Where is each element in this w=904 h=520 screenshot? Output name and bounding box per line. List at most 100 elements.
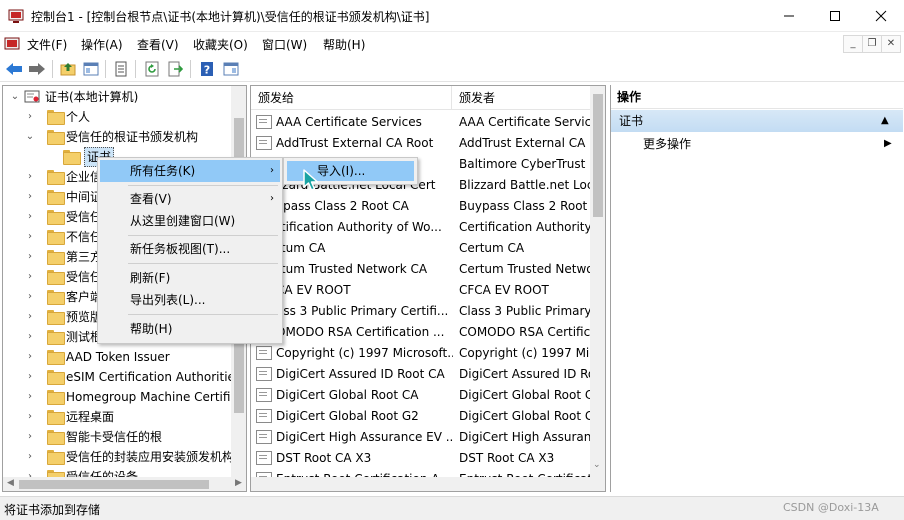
menu-favorites[interactable]: 收藏夹(O) — [193, 36, 248, 53]
mdi-minimize-button[interactable]: _ — [843, 35, 863, 53]
chevron-right-icon[interactable]: › — [24, 107, 36, 127]
mdi-close-button[interactable]: ✕ — [881, 35, 901, 53]
show-hide-tree-button[interactable] — [81, 59, 101, 79]
tree-item[interactable]: ⌄ 受信任的根证书颁发机构 — [3, 127, 231, 147]
chevron-right-icon[interactable]: › — [24, 427, 36, 447]
menu-view[interactable]: 查看(V) — [137, 36, 179, 53]
menu-item-refresh[interactable]: 刷新(F) — [100, 267, 280, 289]
cell-issued-by: AddTrust External CA Root — [459, 136, 591, 150]
chevron-right-icon[interactable]: › — [24, 167, 36, 187]
scrollbar-thumb[interactable] — [19, 480, 209, 489]
chevron-right-icon[interactable]: › — [24, 247, 36, 267]
folder-icon — [47, 410, 65, 425]
menu-item-export-list[interactable]: 导出列表(L)... — [100, 289, 280, 311]
show-hide-action-pane-button[interactable] — [221, 59, 241, 79]
chevron-right-icon[interactable]: › — [24, 207, 36, 227]
menu-item-new-window[interactable]: 从这里创建窗口(W) — [100, 210, 280, 232]
column-header-issued-to[interactable]: 颁发给 — [251, 86, 452, 110]
scrollbar-thumb[interactable] — [593, 94, 603, 217]
maximize-button[interactable] — [812, 0, 858, 32]
table-row[interactable]: AddTrust External CA Root AddTrust Extern… — [251, 133, 591, 154]
tree-item[interactable]: › 智能卡受信任的根 — [3, 427, 231, 447]
certificate-icon — [256, 388, 272, 402]
chevron-right-icon[interactable]: › — [24, 447, 36, 467]
chevron-right-icon[interactable]: › — [24, 307, 36, 327]
tree-item[interactable]: › 受信任的封装应用安装颁发机构 — [3, 447, 234, 467]
list-vertical-scrollbar[interactable]: ⌄ — [590, 86, 605, 477]
table-row[interactable]: DigiCert Global Root G2 DigiCert Global R… — [251, 406, 591, 427]
table-row[interactable]: DigiCert High Assurance EV ... DigiCert H… — [251, 427, 591, 448]
table-row[interactable]: AAA Certificate Services AAA Certificate … — [251, 112, 591, 133]
tree-item[interactable]: › 远程桌面 — [3, 407, 231, 427]
tree-item[interactable]: › AAD Token Issuer — [3, 347, 231, 367]
table-row[interactable]: DigiCert Assured ID Root CA DigiCert Assu… — [251, 364, 591, 385]
help-button[interactable]: ? — [197, 59, 217, 79]
chevron-right-icon[interactable]: › — [24, 187, 36, 207]
folder-icon — [47, 430, 65, 445]
chevron-right-icon[interactable]: › — [24, 407, 36, 427]
tree-item[interactable]: › Homegroup Machine Certificates — [3, 387, 246, 407]
context-menu: 所有任务(K) › 查看(V) › 从这里创建窗口(W) 新任务板视图(T)..… — [97, 157, 283, 344]
collapse-up-icon[interactable]: ▲ — [881, 110, 889, 132]
table-row[interactable]: DST Root CA X3 DST Root CA X3 — [251, 448, 591, 469]
cell-issued-by: Class 3 Public Primary Certification Aut… — [459, 304, 591, 318]
scroll-left-icon[interactable]: ◀ — [7, 478, 14, 488]
close-button[interactable] — [858, 0, 904, 32]
menu-window[interactable]: 窗口(W) — [262, 36, 307, 53]
cell-issued-to: rtum Trusted Network CA — [276, 262, 428, 276]
table-row[interactable]: ass 3 Public Primary Certifi... Class 3 P… — [251, 301, 591, 322]
table-row[interactable]: CA EV ROOT CFCA EV ROOT — [251, 280, 591, 301]
cell-issued-by: Certum CA — [459, 241, 525, 255]
chevron-right-icon[interactable]: › — [24, 267, 36, 287]
console-document-icon[interactable] — [4, 36, 20, 52]
chevron-right-icon[interactable]: › — [24, 347, 36, 367]
mdi-restore-button[interactable]: ❐ — [862, 35, 882, 53]
forward-button[interactable] — [27, 59, 47, 79]
menu-item-help[interactable]: 帮助(H) — [100, 318, 280, 340]
menu-action[interactable]: 操作(A) — [81, 36, 123, 53]
tree-item[interactable]: › eSIM Certification Authorities — [3, 367, 241, 387]
table-row[interactable]: rtum Trusted Network CA Certum Trusted Ne… — [251, 259, 591, 280]
folder-icon — [47, 170, 65, 185]
chevron-down-icon[interactable]: ⌄ — [9, 87, 21, 107]
minimize-button[interactable] — [766, 0, 812, 32]
chevron-down-icon[interactable]: ⌄ — [24, 127, 36, 147]
table-row[interactable]: Copyright (c) 1997 Microsoft... Copyright… — [251, 343, 591, 364]
menu-item-new-taskpad[interactable]: 新任务板视图(T)... — [100, 238, 280, 260]
title-bar[interactable]: 控制台1 - [控制台根节点\证书(本地计算机)\受信任的根证书颁发机构\证书] — [0, 0, 904, 32]
menu-item-view[interactable]: 查看(V) › — [100, 188, 280, 210]
scroll-right-icon[interactable]: ▶ — [235, 478, 242, 488]
back-button[interactable] — [4, 59, 24, 79]
certificate-icon — [256, 409, 272, 423]
properties-button[interactable] — [111, 59, 131, 79]
cell-issued-by: DigiCert High Assurance EV Root CA — [459, 430, 591, 444]
scroll-down-icon[interactable]: ⌄ — [593, 460, 601, 470]
table-row[interactable]: OMODO RSA Certification ... COMODO RSA Ce… — [251, 322, 591, 343]
chevron-right-icon[interactable]: › — [24, 367, 36, 387]
chevron-right-icon[interactable]: › — [24, 227, 36, 247]
menu-help[interactable]: 帮助(H) — [323, 36, 365, 53]
more-actions-item[interactable]: 更多操作 — [643, 135, 691, 152]
list-horizontal-scrollbar[interactable] — [251, 477, 605, 491]
menu-file[interactable]: 文件(F) — [27, 36, 67, 53]
up-one-level-button[interactable] — [58, 59, 78, 79]
chevron-right-icon[interactable]: › — [24, 387, 36, 407]
submenu-arrow-icon[interactable]: ▶ — [884, 138, 892, 149]
export-list-button[interactable] — [165, 59, 185, 79]
tree-item-root[interactable]: ⌄ 证书(本地计算机) — [3, 87, 231, 107]
actions-header: 操作 — [611, 85, 903, 109]
actions-section-certificates[interactable]: 证书 ▲ — [611, 110, 903, 132]
table-row[interactable]: rtum CA Certum CA — [251, 238, 591, 259]
table-row[interactable]: DigiCert Global Root CA DigiCert Global R… — [251, 385, 591, 406]
tree-item[interactable]: › 个人 — [3, 107, 231, 127]
certificate-list[interactable]: 颁发给 颁发者 AAA Certificate Services AAA Cert… — [250, 85, 606, 492]
chevron-right-icon[interactable]: › — [24, 287, 36, 307]
refresh-button[interactable] — [142, 59, 162, 79]
chevron-right-icon[interactable]: › — [24, 327, 36, 347]
cell-issued-by: DigiCert Global Root G2 — [459, 409, 591, 423]
table-row[interactable]: rtification Authority of Wo... Certificat… — [251, 217, 591, 238]
column-header-issued-by[interactable]: 颁发者 — [452, 86, 591, 110]
table-row[interactable]: ypass Class 2 Root CA Buypass Class 2 Roo… — [251, 196, 591, 217]
menu-item-all-tasks[interactable]: 所有任务(K) › — [100, 160, 280, 182]
tree-horizontal-scrollbar[interactable]: ◀ ▶ — [3, 477, 246, 491]
